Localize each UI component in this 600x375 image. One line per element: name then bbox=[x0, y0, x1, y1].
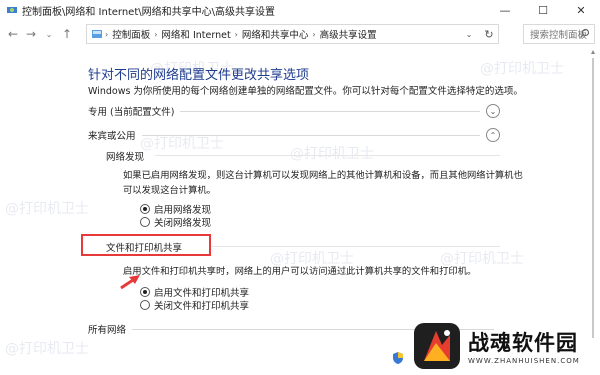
radio-label: 启用文件和打印机共享 bbox=[154, 288, 250, 299]
watermark: @打印机卫士 bbox=[480, 61, 564, 77]
divider bbox=[212, 246, 500, 247]
divider bbox=[155, 155, 500, 156]
forward-arrow-icon[interactable]: → bbox=[22, 23, 40, 45]
address-dropdown-icon[interactable]: ⌄ bbox=[460, 25, 478, 43]
site-logo: 战魂软件园 WWW.ZHANHUISHEN.COM bbox=[412, 316, 600, 375]
close-button[interactable]: ✕ bbox=[562, 0, 600, 20]
radio-button[interactable] bbox=[140, 217, 150, 227]
maximize-button[interactable]: ☐ bbox=[524, 0, 562, 20]
search-icon[interactable] bbox=[579, 28, 590, 39]
divider bbox=[180, 110, 480, 112]
radio-label: 启用网络发现 bbox=[154, 205, 212, 216]
control-panel-icon bbox=[92, 30, 102, 38]
network-discovery-description-line: 可以发现这台计算机。 bbox=[123, 185, 216, 196]
radio-network-discovery-off[interactable]: 关闭网络发现 bbox=[140, 215, 211, 229]
address-bar: ← → ⌄ ↑ › 控制面板 › 网络和 Internet › 网络和共享中心 … bbox=[0, 21, 600, 47]
network-discovery-title: 网络发现 bbox=[106, 152, 145, 163]
breadcrumb-network-internet[interactable]: 网络和 Internet bbox=[157, 27, 234, 41]
breadcrumb-advanced-sharing[interactable]: 高级共享设置 bbox=[316, 27, 381, 41]
radio-button[interactable] bbox=[140, 300, 150, 310]
up-arrow-icon[interactable]: ↑ bbox=[58, 23, 76, 45]
section-guest-public[interactable]: 来宾或公用 ⌃ bbox=[88, 126, 500, 144]
collapse-chevron-icon[interactable]: ⌃ bbox=[486, 128, 500, 142]
window-title: 控制面板\网络和 Internet\网络和共享中心\高级共享设置 bbox=[22, 6, 275, 18]
watermark: @打印机卫士 bbox=[5, 341, 89, 357]
divider bbox=[141, 134, 480, 136]
recent-chevron-icon[interactable]: ⌄ bbox=[40, 23, 58, 45]
network-app-icon bbox=[7, 7, 17, 13]
radio-button-selected[interactable] bbox=[140, 287, 150, 297]
watermark: @打印机卫士 bbox=[290, 146, 374, 162]
breadcrumb-network-sharing-center[interactable]: 网络和共享中心 bbox=[238, 27, 313, 41]
logo-url: WWW.ZHANHUISHEN.COM bbox=[468, 356, 580, 365]
minimize-button[interactable]: — bbox=[486, 0, 524, 20]
section-private-label: 专用 (当前配置文件) bbox=[88, 107, 175, 118]
section-all-networks-label: 所有网络 bbox=[88, 325, 127, 336]
logo-text: 战魂软件园 bbox=[468, 330, 578, 355]
network-discovery-description-line: 如果已启用网络发现，则这台计算机可以发现网络上的其他计算机和设备，而且其他网络计… bbox=[123, 170, 523, 181]
refresh-icon[interactable]: ↻ bbox=[480, 25, 498, 43]
file-printer-sharing-description: 启用文件和打印机共享时，网络上的用户可以访问通过此计算机共享的文件和打印机。 bbox=[123, 266, 477, 277]
logo-mark-icon bbox=[414, 322, 460, 369]
breadcrumb-control-panel[interactable]: 控制面板 bbox=[108, 27, 154, 41]
section-guest-public-label: 来宾或公用 bbox=[88, 131, 136, 142]
radio-label: 关闭文件和打印机共享 bbox=[154, 301, 250, 312]
page-heading: 针对不同的网络配置文件更改共享选项 bbox=[88, 68, 310, 83]
expand-chevron-icon[interactable]: ⌄ bbox=[486, 104, 500, 118]
watermark: @打印机卫士 bbox=[5, 201, 89, 217]
content-area: @打印机卫士 @打印机卫士 @打印机卫士 @打印机卫士 @打印机卫士 @打印机卫… bbox=[0, 48, 600, 375]
radio-label: 关闭网络发现 bbox=[154, 218, 212, 229]
highlight-box bbox=[81, 234, 211, 256]
back-arrow-icon[interactable]: ← bbox=[4, 23, 22, 45]
uac-shield-icon bbox=[393, 352, 403, 364]
red-arrow-icon bbox=[120, 275, 140, 290]
section-private[interactable]: 专用 (当前配置文件) ⌄ bbox=[88, 102, 500, 120]
title-bar: 控制面板\网络和 Internet\网络和共享中心\高级共享设置 — ☐ ✕ bbox=[0, 0, 600, 20]
address-field[interactable]: › 控制面板 › 网络和 Internet › 网络和共享中心 › 高级共享设置… bbox=[86, 24, 499, 44]
search-input[interactable]: 搜索控制面板 bbox=[523, 24, 595, 44]
radio-file-printer-on[interactable]: 启用文件和打印机共享 bbox=[140, 285, 249, 299]
radio-button-selected[interactable] bbox=[140, 204, 150, 214]
radio-network-discovery-on[interactable]: 启用网络发现 bbox=[140, 202, 211, 216]
radio-file-printer-off[interactable]: 关闭文件和打印机共享 bbox=[140, 298, 249, 312]
page-description: Windows 为你所使用的每个网络创建单独的网络配置文件。你可以针对每个配置文… bbox=[88, 86, 523, 97]
network-discovery-description: 如果已启用网络发现，则这台计算机可以发现网络上的其他计算机和设备，而且其他网络计… bbox=[123, 168, 523, 198]
